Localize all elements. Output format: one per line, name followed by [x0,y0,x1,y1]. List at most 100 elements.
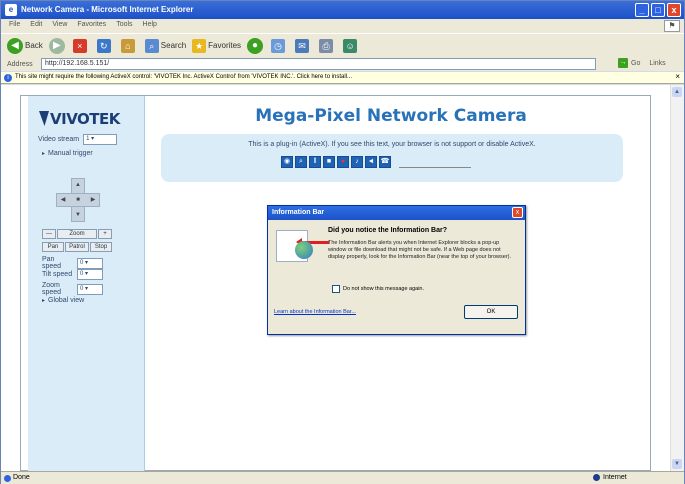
page-status-icon [4,475,11,482]
talk-icon[interactable]: ☎ [379,156,391,168]
forward-arrow-icon: ▶ [48,37,65,54]
internet-zone-icon [593,474,600,481]
information-bar-illustration [276,230,329,262]
digital-zoom-icon[interactable]: ⌕ [295,156,307,168]
refresh-button[interactable]: ↻ [96,37,115,55]
history-icon: ◷ [271,38,286,53]
maximize-button[interactable]: □ [651,3,665,17]
expand-arrow-icon: ▸ [42,151,46,157]
tilt-speed-select[interactable]: 0 ▾ [77,269,103,280]
search-icon: ⌕ [144,38,159,53]
toolbar: ◀ Back ▶ × ↻ ⌂ ⌕ Search ★ Favorites ● ◷ … [1,33,684,57]
title-bar: e Network Camera - Microsoft Internet Ex… [1,1,684,19]
links-button[interactable]: Links [649,60,665,67]
pan-speed-select[interactable]: 0 ▾ [77,257,103,269]
back-button[interactable]: ◀ Back [7,37,43,55]
zoom-controls: — Zoom + [42,229,112,239]
stop-video-icon[interactable]: ■ [323,156,335,168]
ptz-control-pad: ▲ ▼ ◀ ▶ ■ [56,178,100,222]
page-content: VIVOTEK Video stream 1 ▾ ▸ Manual trigger… [1,85,684,471]
logo-mark-icon [39,111,49,126]
globe-icon [295,241,313,259]
menu-tools[interactable]: Tools [116,21,132,33]
tilt-down-button[interactable]: ▼ [72,209,84,221]
go-button[interactable]: → Go Links [618,58,666,68]
window-title: Network Camera - Microsoft Internet Expl… [21,5,194,14]
security-zone: Internet [593,474,627,481]
zoom-speed-label: Zoom speed [42,282,62,296]
menu-favorites[interactable]: Favorites [77,21,106,33]
tilt-up-button[interactable]: ▲ [72,179,84,191]
pause-icon[interactable]: ‖ [309,156,321,168]
stop-button[interactable]: × [72,37,91,55]
favorites-button[interactable]: ★ Favorites [192,37,241,55]
zoom-in-button[interactable]: + [98,229,112,239]
ok-button[interactable]: OK [464,305,518,319]
video-stream-label: Video stream [38,136,80,143]
video-plugin-area: This is a plug-in (ActiveX). If you see … [161,134,623,182]
volume-slider[interactable] [399,167,471,168]
info-icon: i [4,74,12,82]
home-position-button[interactable]: ■ [72,194,84,206]
media-button[interactable]: ● [247,37,265,55]
scroll-down-icon[interactable]: ▼ [672,459,682,469]
scroll-up-icon[interactable]: ▲ [672,87,682,97]
video-stream-select[interactable]: 1 ▾ [83,134,118,145]
infobar-text: This site might require the following Ac… [15,74,353,80]
pan-left-button[interactable]: ◀ [57,194,69,206]
media-icon: ● [247,37,264,54]
dont-show-checkbox[interactable] [332,285,340,293]
pan-right-button[interactable]: ▶ [87,194,99,206]
manual-trigger-link[interactable]: ▸ Manual trigger [42,150,93,157]
learn-more-link[interactable]: Learn about the Information Bar... [274,309,356,315]
messenger-button[interactable]: ☺ [343,37,361,55]
menu-edit[interactable]: Edit [30,21,42,33]
zoom-label-button[interactable]: Zoom [57,229,97,239]
dialog-title: Information Bar [268,206,525,220]
print-icon: ⎙ [319,38,334,53]
menu-file[interactable]: File [9,21,20,33]
menu-view[interactable]: View [52,21,67,33]
pan-button[interactable]: Pan [42,242,64,252]
record-icon[interactable]: ● [337,156,349,168]
dialog-heading: Did you notice the Information Bar? [328,227,448,234]
menu-bar: File Edit View Favorites Tools Help [1,19,684,33]
search-button[interactable]: ⌕ Search [144,37,186,55]
mute-icon[interactable]: ◄ [365,156,377,168]
zoom-speed-select[interactable]: 0 ▾ [77,283,103,295]
page-title: Mega-Pixel Network Camera [255,106,527,126]
patrol-controls: Pan Patrol Stop [42,242,112,252]
status-bar: Done Internet [1,471,684,484]
dialog-body: The Information Bar alerts you when Inte… [328,240,512,260]
global-view-link[interactable]: ▸ Global view [42,297,84,304]
volume-icon[interactable]: ♪ [351,156,363,168]
stop-ptz-button[interactable]: Stop [90,242,112,252]
ie-icon: e [5,4,17,16]
back-arrow-icon: ◀ [7,37,23,54]
vertical-scrollbar[interactable]: ▲ ▼ [670,85,684,471]
history-button[interactable]: ◷ [271,37,289,55]
print-button[interactable]: ⎙ [319,37,337,55]
home-button[interactable]: ⌂ [120,37,139,55]
dialog-close-button[interactable]: x [512,207,523,218]
go-arrow-icon: → [618,58,628,68]
mail-icon: ✉ [295,38,310,53]
infobar-close-icon[interactable]: × [675,72,680,81]
stop-icon: × [72,38,87,53]
forward-button[interactable]: ▶ [48,37,67,55]
plugin-message: This is a plug-in (ActiveX). If you see … [248,141,536,148]
address-input[interactable]: http://192.168.5.151/ [41,58,596,70]
information-bar-dialog: Information Bar x Did you notice the Inf… [267,205,526,335]
patrol-button[interactable]: Patrol [65,242,89,252]
windows-logo-icon: ⚑ [664,20,680,32]
dont-show-label: Do not show this message again. [343,286,425,292]
dont-show-checkbox-row[interactable]: Do not show this message again. [332,285,424,293]
close-button[interactable]: x [667,3,681,17]
zoom-out-button[interactable]: — [42,229,56,239]
snapshot-icon[interactable]: ◉ [281,156,293,168]
menu-help[interactable]: Help [143,21,157,33]
minimize-button[interactable]: _ [635,3,649,17]
status-text: Done [13,474,30,481]
information-bar[interactable]: i This site might require the following … [1,72,684,84]
mail-button[interactable]: ✉ [295,37,313,55]
